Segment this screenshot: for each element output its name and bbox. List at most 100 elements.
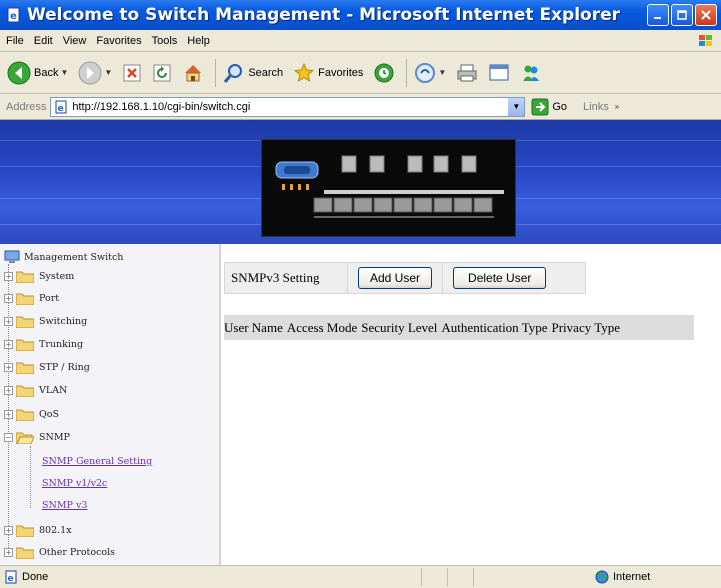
links-chevron-icon[interactable]: »: [615, 102, 619, 111]
address-input[interactable]: e http://192.168.1.10/cgi-bin/switch.cgi…: [50, 96, 526, 117]
expand-icon[interactable]: +: [4, 294, 13, 303]
toolbar-separator: [215, 58, 217, 87]
title-bar: e Welcome to Switch Management - Microso…: [0, 0, 721, 30]
stop-icon: [123, 64, 141, 81]
main-content: SNMPv3 Setting Add User Delete User User…: [221, 244, 721, 565]
address-url: http://192.168.1.10/cgi-bin/switch.cgi: [72, 100, 251, 113]
print-icon: [457, 64, 477, 81]
address-bar: Address e http://192.168.1.10/cgi-bin/sw…: [0, 94, 721, 120]
history-button[interactable]: [370, 56, 398, 90]
tree-link-snmp-v3[interactable]: SNMP v3: [42, 500, 87, 511]
messenger-icon: [523, 65, 540, 81]
minimize-button[interactable]: [647, 4, 669, 26]
tree-item-802-1x[interactable]: + 802.1x: [4, 524, 72, 537]
page-icon: e: [55, 100, 67, 114]
go-button[interactable]: Go: [531, 98, 567, 116]
edit-button[interactable]: [485, 56, 513, 90]
menu-bar: File Edit View Favorites Tools Help: [0, 30, 721, 52]
forward-arrow-icon: [78, 61, 102, 84]
tree-item-snmp[interactable]: − SNMP: [4, 431, 70, 444]
mail-dropdown-icon[interactable]: ▼: [438, 68, 446, 77]
history-icon: [374, 63, 394, 82]
tree-item-switching[interactable]: + Switching: [4, 315, 87, 328]
svg-text:e: e: [58, 104, 64, 114]
stop-button[interactable]: [119, 56, 145, 90]
column-header-access-mode: Access Mode: [286, 319, 358, 335]
menu-help[interactable]: Help: [187, 35, 210, 47]
tree-item-other-protocols[interactable]: + Other Protocols: [4, 546, 115, 559]
expand-icon[interactable]: +: [4, 317, 13, 326]
tree-root[interactable]: Management Switch: [4, 250, 123, 264]
add-user-button[interactable]: Add User: [358, 267, 433, 289]
ie-document-icon: e: [7, 7, 20, 23]
tree-item-system[interactable]: + System: [4, 270, 74, 283]
page-done-icon: e: [5, 570, 17, 584]
maximize-button[interactable]: [671, 4, 693, 26]
status-text: e Done: [0, 570, 420, 584]
expand-icon[interactable]: +: [4, 548, 13, 557]
mail-button[interactable]: ▼: [411, 56, 449, 90]
home-button[interactable]: [179, 56, 207, 90]
back-button[interactable]: Back ▼: [4, 56, 71, 90]
favorites-star-icon: [293, 62, 315, 82]
maximize-icon: [677, 10, 687, 20]
expand-icon[interactable]: +: [4, 386, 13, 395]
snmpv3-toolbar: SNMPv3 Setting Add User Delete User: [224, 262, 586, 294]
tree-item-trunking[interactable]: + Trunking: [4, 338, 83, 351]
search-button[interactable]: Search: [220, 56, 286, 90]
tree-item-qos[interactable]: + QoS: [4, 408, 59, 421]
forward-dropdown-icon[interactable]: ▼: [104, 68, 112, 77]
print-button[interactable]: [453, 56, 481, 90]
folder-icon: [16, 271, 34, 283]
menu-favorites[interactable]: Favorites: [96, 35, 141, 47]
computer-icon: [4, 250, 20, 263]
menu-file[interactable]: File: [6, 35, 24, 47]
menu-tools[interactable]: Tools: [152, 35, 178, 47]
toolbar-separator: [406, 58, 408, 87]
messenger-button[interactable]: [517, 56, 545, 90]
tree-item-stp-ring[interactable]: + STP / Ring: [4, 361, 90, 374]
home-icon: [185, 64, 202, 81]
tree-link-snmp-general-setting[interactable]: SNMP General Setting: [42, 456, 152, 467]
folder-icon: [16, 316, 34, 328]
tree-link-snmp-v1-v2c[interactable]: SNMP v1/v2c: [42, 478, 107, 489]
address-label: Address: [6, 100, 47, 113]
folder-icon: [16, 547, 34, 559]
favorites-button[interactable]: Favorites: [290, 56, 366, 90]
edit-page-icon: [489, 64, 509, 80]
address-dropdown-icon[interactable]: ▼: [508, 97, 525, 116]
sidebar-tree: Management Switch + System + Port + Swit…: [0, 244, 220, 565]
expand-icon[interactable]: +: [4, 363, 13, 372]
tree-item-vlan[interactable]: + VLAN: [4, 384, 67, 397]
tree-item-port[interactable]: + Port: [4, 292, 59, 305]
back-arrow-icon: [7, 61, 31, 84]
delete-user-button[interactable]: Delete User: [453, 267, 547, 289]
toolbar: Back ▼ ▼ Search Favorites ▼: [0, 52, 721, 94]
expand-icon[interactable]: +: [4, 272, 13, 281]
mail-icon: [415, 62, 436, 83]
svg-text:e: e: [10, 11, 17, 22]
collapse-icon[interactable]: −: [4, 433, 13, 442]
refresh-button[interactable]: [149, 56, 175, 90]
expand-icon[interactable]: +: [4, 410, 13, 419]
expand-icon[interactable]: +: [4, 340, 13, 349]
column-header-privacy-type: Privacy Type: [551, 319, 621, 335]
back-dropdown-icon[interactable]: ▼: [60, 68, 68, 77]
close-button[interactable]: [695, 4, 717, 26]
go-arrow-icon: [531, 98, 549, 115]
status-bar: e Done Internet: [0, 565, 721, 588]
menu-edit[interactable]: Edit: [34, 35, 53, 47]
column-header-authentication-type: Authentication Type: [441, 319, 548, 335]
switch-front-panel-icon: [275, 155, 504, 218]
user-table-header: User Name Access Mode Security Level Aut…: [224, 315, 694, 340]
refresh-icon: [153, 64, 171, 81]
page-heading: SNMPv3 Setting: [231, 270, 320, 285]
links-button[interactable]: Links: [583, 101, 609, 113]
open-folder-icon: [16, 432, 34, 444]
menu-view[interactable]: View: [63, 35, 87, 47]
forward-button[interactable]: ▼: [75, 56, 115, 90]
expand-icon[interactable]: +: [4, 526, 13, 535]
svg-text:e: e: [8, 574, 14, 584]
delete-user-cell: Delete User: [442, 263, 556, 293]
switch-device-image: [261, 139, 516, 237]
